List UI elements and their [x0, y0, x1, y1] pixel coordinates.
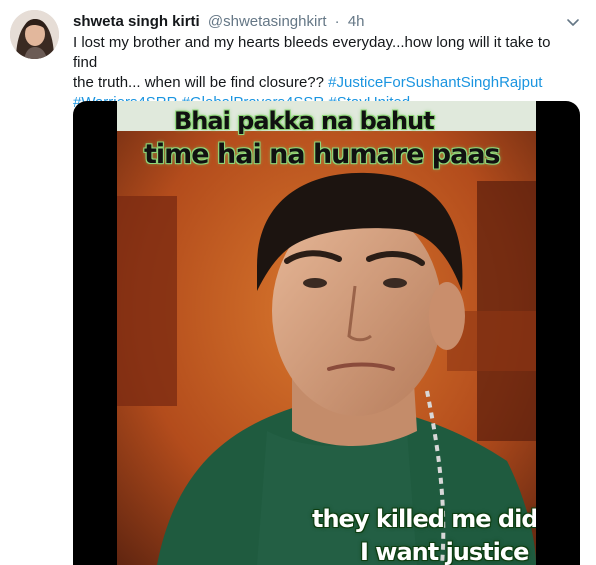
tweet[interactable]: shweta singh kirti @shwetasinghkirt · 4h…	[0, 0, 596, 565]
display-name[interactable]: shweta singh kirti	[73, 13, 200, 30]
tweet-text-line2: the truth... when will be find closure??	[73, 74, 324, 91]
user-handle[interactable]: @shwetasinghkirt	[208, 13, 327, 30]
avatar-image	[10, 10, 59, 59]
tweet-header: shweta singh kirti @shwetasinghkirt · 4h	[73, 12, 563, 32]
video-frame: Bhai pakka na bahut time hai na humare p…	[117, 101, 536, 565]
hashtag-justice[interactable]: #JusticeForSushantSinghRajput	[328, 74, 542, 91]
video-media[interactable]: Bhai pakka na bahut time hai na humare p…	[73, 101, 580, 565]
caption-top-line1: Bhai pakka na bahut	[174, 107, 435, 135]
avatar[interactable]	[10, 10, 59, 59]
tweet-text-line1: I lost my brother and my hearts bleeds e…	[73, 34, 551, 71]
timestamp[interactable]: 4h	[348, 13, 365, 30]
caption-bottom-line1: they killed me didi	[312, 505, 536, 533]
separator-dot: ·	[334, 13, 340, 30]
video-still	[117, 101, 536, 565]
caption-bottom-line2: I want justice	[360, 538, 529, 565]
caption-top-line2: time hai na humare paas	[144, 139, 501, 170]
chevron-down-icon[interactable]	[564, 13, 582, 31]
